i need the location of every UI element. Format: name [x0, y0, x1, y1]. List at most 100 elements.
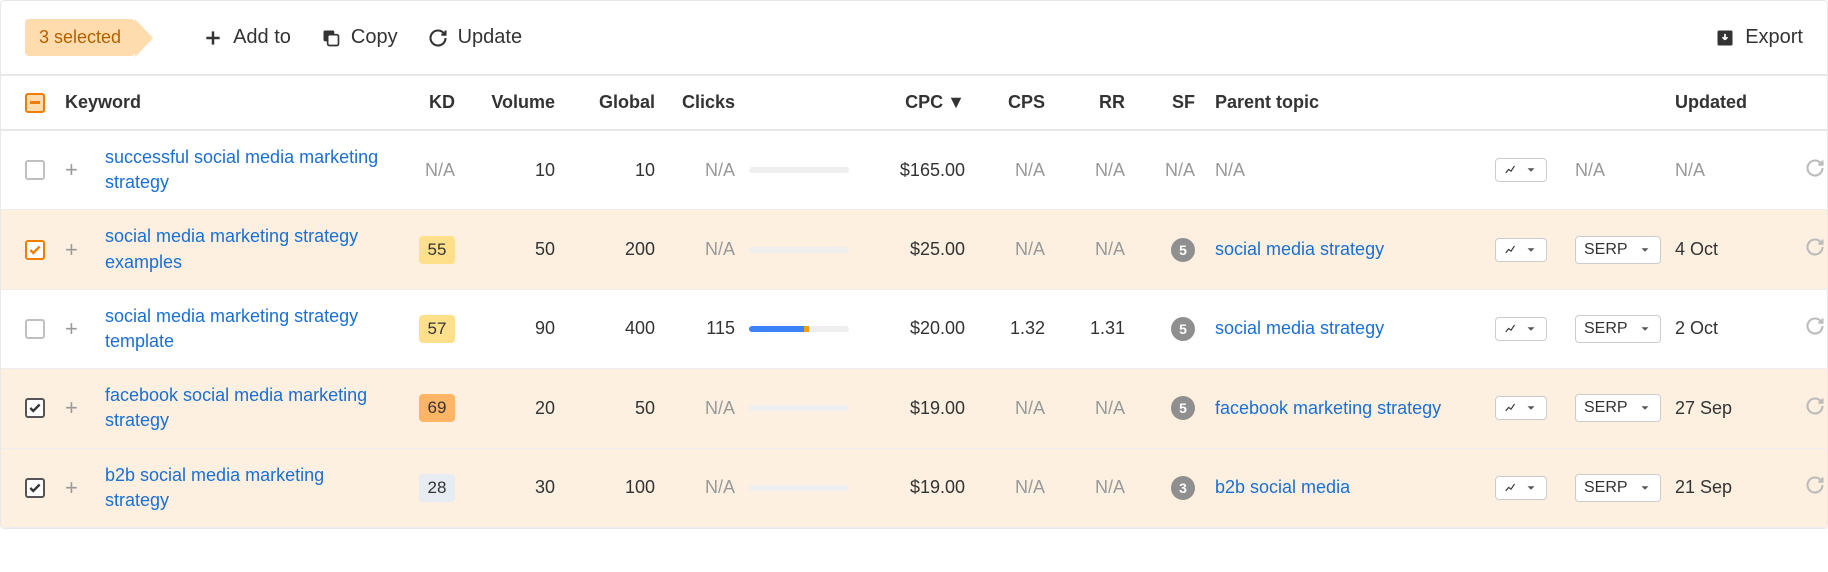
col-global[interactable]: Global — [555, 92, 655, 113]
table-header: Keyword KD Volume Global Clicks CPC▼ CPS… — [1, 76, 1827, 131]
cpc-value: $25.00 — [855, 239, 965, 260]
keyword-link[interactable]: b2b social media marketing strategy — [105, 465, 324, 510]
export-button[interactable]: Export — [1715, 26, 1803, 49]
row-checkbox[interactable] — [25, 319, 45, 339]
clicks-value: N/A — [655, 477, 735, 498]
refresh-row-button[interactable] — [1805, 162, 1825, 182]
rr-value: N/A — [1045, 160, 1125, 181]
row-checkbox[interactable] — [25, 240, 45, 260]
cpc-value: $20.00 — [855, 318, 965, 339]
copy-button[interactable]: Copy — [321, 26, 398, 49]
cps-value: N/A — [965, 160, 1045, 181]
row-checkbox[interactable] — [25, 478, 45, 498]
cpc-value: $165.00 — [855, 160, 965, 181]
update-label: Update — [458, 26, 523, 49]
sf-value: 5 — [1125, 396, 1195, 420]
global-value: 50 — [555, 398, 655, 419]
trend-button[interactable] — [1495, 238, 1547, 262]
parent-topic-link[interactable]: social media strategy — [1215, 239, 1384, 259]
kd-value: 69 — [419, 394, 455, 422]
col-sf[interactable]: SF — [1125, 92, 1195, 113]
keyword-link[interactable]: successful social media marketing strate… — [105, 147, 378, 192]
refresh-row-button[interactable] — [1805, 241, 1825, 261]
clicks-bar — [749, 247, 849, 253]
expand-icon[interactable]: + — [65, 475, 78, 500]
selected-badge[interactable]: 3 selected — [25, 19, 135, 56]
rr-value: N/A — [1045, 239, 1125, 260]
col-cpc[interactable]: CPC▼ — [855, 92, 965, 113]
table-row: + b2b social media marketing strategy 2830… — [1, 449, 1827, 528]
col-rr[interactable]: RR — [1045, 92, 1125, 113]
expand-icon[interactable]: + — [65, 237, 78, 262]
table-row: + facebook social media marketing strateg… — [1, 369, 1827, 448]
parent-topic-link[interactable]: b2b social media — [1215, 477, 1350, 497]
volume-value: 30 — [455, 477, 555, 498]
parent-topic-value: N/A — [1215, 160, 1245, 180]
export-label: Export — [1745, 26, 1803, 49]
trend-button[interactable] — [1495, 396, 1547, 420]
clicks-value: N/A — [655, 398, 735, 419]
keyword-link[interactable]: social media marketing strategy examples — [105, 226, 358, 271]
cpc-value: $19.00 — [855, 398, 965, 419]
refresh-icon — [428, 28, 448, 48]
clicks-bar — [749, 405, 849, 411]
rr-value: N/A — [1045, 477, 1125, 498]
keyword-link[interactable]: facebook social media marketing strategy — [105, 385, 367, 430]
expand-icon[interactable]: + — [65, 157, 78, 182]
table-row: + successful social media marketing strat… — [1, 131, 1827, 210]
serp-button[interactable]: SERP — [1575, 236, 1661, 264]
volume-value: 90 — [455, 318, 555, 339]
expand-icon[interactable]: + — [65, 395, 78, 420]
row-checkbox[interactable] — [25, 398, 45, 418]
updated-value: N/A — [1675, 160, 1785, 181]
expand-icon[interactable]: + — [65, 316, 78, 341]
serp-button[interactable]: SERP — [1575, 394, 1661, 422]
col-clicks[interactable]: Clicks — [655, 92, 735, 113]
updated-value: 21 Sep — [1675, 477, 1785, 498]
trend-button[interactable] — [1495, 158, 1547, 182]
volume-value: 10 — [455, 160, 555, 181]
clicks-bar — [749, 167, 849, 173]
plus-icon — [203, 28, 223, 48]
parent-topic-link[interactable]: facebook marketing strategy — [1215, 398, 1441, 418]
table-row: + social media marketing strategy example… — [1, 210, 1827, 289]
cps-value: N/A — [965, 239, 1045, 260]
row-checkbox[interactable] — [25, 160, 45, 180]
sf-value: 5 — [1125, 238, 1195, 262]
sf-value: 5 — [1125, 317, 1195, 341]
trend-button[interactable] — [1495, 476, 1547, 500]
col-cps[interactable]: CPS — [965, 92, 1045, 113]
refresh-row-button[interactable] — [1805, 400, 1825, 420]
select-all-checkbox[interactable] — [25, 93, 45, 113]
volume-value: 50 — [455, 239, 555, 260]
download-icon — [1715, 28, 1735, 48]
sf-value: N/A — [1125, 160, 1195, 181]
serp-button[interactable]: SERP — [1575, 474, 1661, 502]
clicks-value: 115 — [655, 318, 735, 339]
copy-icon — [321, 28, 341, 48]
updated-value: 2 Oct — [1675, 318, 1785, 339]
update-button[interactable]: Update — [428, 26, 523, 49]
rr-value: 1.31 — [1045, 318, 1125, 339]
kd-value: 55 — [419, 236, 455, 264]
refresh-row-button[interactable] — [1805, 320, 1825, 340]
col-parent[interactable]: Parent topic — [1195, 92, 1495, 113]
clicks-value: N/A — [655, 239, 735, 260]
serp-button[interactable]: SERP — [1575, 315, 1661, 343]
kd-value: 28 — [419, 474, 455, 502]
add-to-button[interactable]: Add to — [203, 26, 291, 49]
col-keyword[interactable]: Keyword — [65, 92, 385, 113]
col-updated[interactable]: Updated — [1675, 92, 1785, 113]
trend-button[interactable] — [1495, 317, 1547, 341]
cps-value: 1.32 — [965, 318, 1045, 339]
clicks-bar — [749, 485, 849, 491]
parent-topic-link[interactable]: social media strategy — [1215, 318, 1384, 338]
keyword-link[interactable]: social media marketing strategy template — [105, 306, 358, 351]
global-value: 200 — [555, 239, 655, 260]
cps-value: N/A — [965, 477, 1045, 498]
refresh-row-button[interactable] — [1805, 479, 1825, 499]
col-volume[interactable]: Volume — [455, 92, 555, 113]
table-row: + social media marketing strategy templat… — [1, 290, 1827, 369]
col-kd[interactable]: KD — [385, 92, 455, 113]
clicks-bar — [749, 326, 849, 332]
